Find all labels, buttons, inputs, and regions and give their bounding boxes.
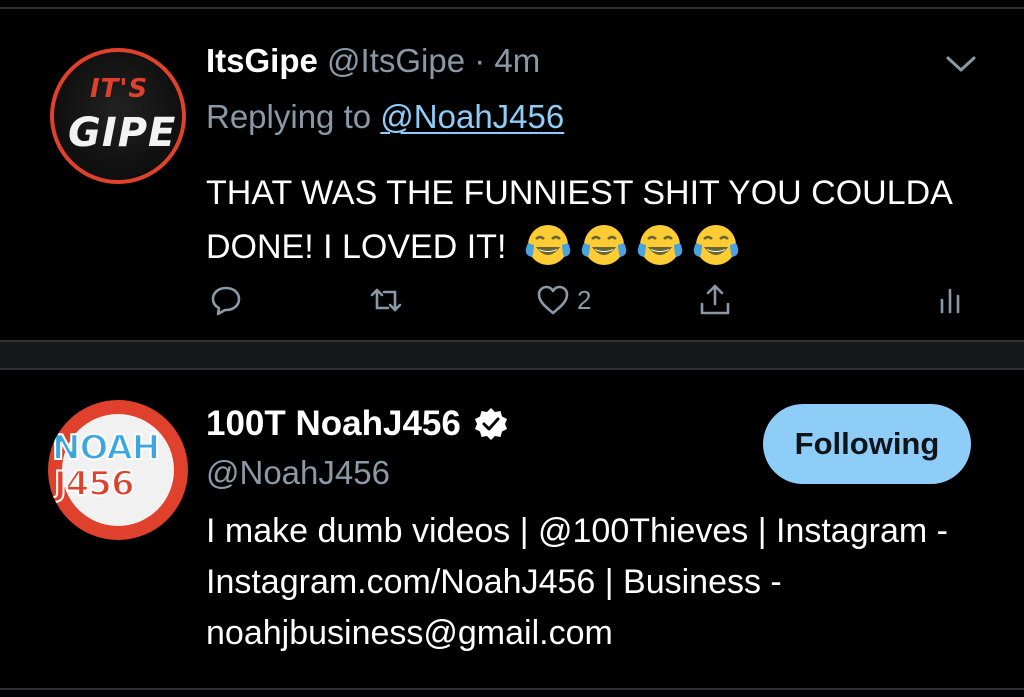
emoji-group bbox=[516, 221, 740, 277]
replying-to: Replying to @NoahJ456 bbox=[206, 98, 564, 136]
avatar-logo-text: NOAH bbox=[51, 427, 161, 469]
replying-mention-link[interactable]: @NoahJ456 bbox=[380, 98, 564, 135]
tweet-actions: 2 bbox=[0, 280, 1024, 320]
like-button[interactable]: 2 bbox=[535, 280, 591, 320]
like-count: 2 bbox=[577, 284, 592, 315]
profile-name-row: 100T NoahJ456 bbox=[206, 404, 509, 444]
chevron-down-icon[interactable] bbox=[944, 52, 978, 76]
replying-prefix: Replying to bbox=[206, 98, 372, 135]
reply-tweet[interactable]: IT'S GIPE ItsGipe @ItsGipe · 4m Replying… bbox=[0, 10, 1024, 340]
avatar-logo-text: J456 bbox=[53, 463, 136, 505]
analytics-icon bbox=[940, 288, 960, 314]
share-icon bbox=[700, 284, 730, 315]
avatar-logo-text: GIPE bbox=[68, 110, 177, 156]
section-divider bbox=[0, 340, 1024, 370]
tweet-text: THAT WAS THE FUNNIEST SHIT YOU COULDA DO… bbox=[206, 166, 986, 277]
tweet-time[interactable]: 4m bbox=[494, 42, 540, 79]
heart-icon bbox=[537, 285, 569, 315]
avatar[interactable]: NOAH J456 bbox=[48, 400, 188, 540]
following-button[interactable]: Following bbox=[763, 404, 971, 484]
laughing-crying-emoji-icon bbox=[581, 225, 627, 266]
laughing-crying-emoji-icon bbox=[637, 225, 683, 266]
verified-badge-icon bbox=[474, 408, 507, 440]
separator-dot: · bbox=[474, 42, 486, 79]
profile-handle[interactable]: @NoahJ456 bbox=[206, 454, 390, 492]
avatar-logo-text: IT'S bbox=[90, 74, 149, 104]
reply-button[interactable] bbox=[208, 280, 244, 320]
author-handle[interactable]: @ItsGipe bbox=[327, 42, 465, 79]
retweet-icon bbox=[370, 288, 402, 312]
top-divider bbox=[0, 7, 1024, 9]
author-name[interactable]: ItsGipe bbox=[206, 42, 318, 79]
analytics-button[interactable] bbox=[935, 280, 971, 320]
profile-name[interactable]: 100T NoahJ456 bbox=[206, 404, 461, 444]
bottom-divider bbox=[0, 688, 1024, 690]
retweet-button[interactable] bbox=[368, 280, 404, 320]
avatar[interactable]: IT'S GIPE bbox=[50, 48, 186, 184]
reply-icon bbox=[211, 286, 241, 316]
tweet-header: ItsGipe @ItsGipe · 4m bbox=[206, 42, 540, 80]
share-button[interactable] bbox=[697, 280, 733, 320]
profile-card[interactable]: NOAH J456 100T NoahJ456 @NoahJ456 Follow… bbox=[0, 372, 1024, 697]
laughing-crying-emoji-icon bbox=[693, 225, 739, 266]
laughing-crying-emoji-icon bbox=[525, 225, 571, 266]
profile-bio: I make dumb videos | @100Thieves | Insta… bbox=[206, 512, 948, 652]
